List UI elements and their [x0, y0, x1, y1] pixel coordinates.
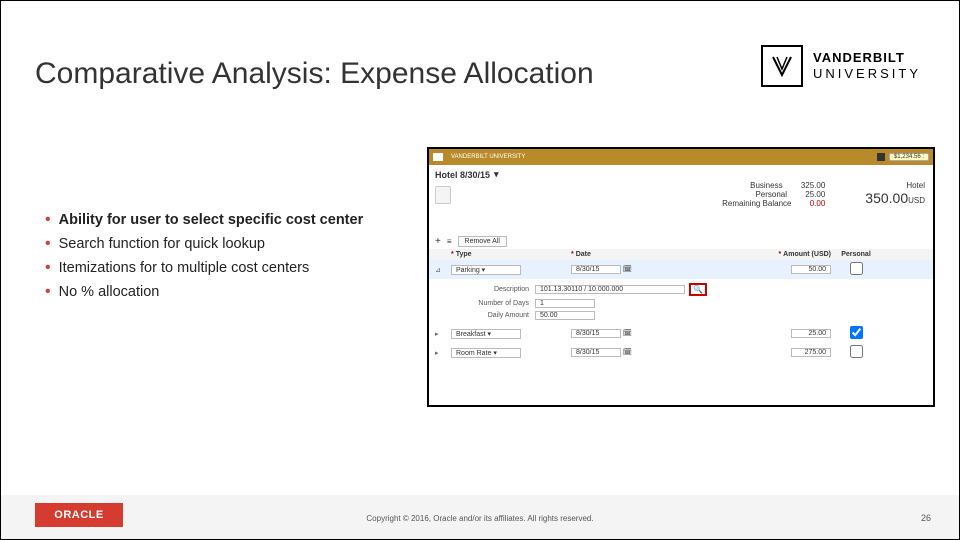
calendar-icon[interactable]: 🗓: [623, 330, 632, 337]
receipt-icon[interactable]: [435, 186, 451, 204]
date-input[interactable]: 8/30/15: [571, 348, 621, 357]
table-row[interactable]: ▸ Breakfast ▾ 8/30/15 🗓 25.00: [429, 324, 933, 343]
table-header: *Type *Date *Amount (USD) Personal: [429, 249, 933, 260]
add-item-button[interactable]: +: [435, 236, 441, 247]
expand-icon[interactable]: ▸: [435, 331, 439, 338]
date-input[interactable]: 8/30/15: [571, 329, 621, 338]
bullet-item: Search function for quick lookup: [45, 235, 363, 253]
row-detail-block: Description 101.13.30110 / 10.000.000 🔍 …: [459, 283, 927, 320]
calendar-icon[interactable]: 🗓: [623, 266, 632, 273]
hotel-title: Hotel 8/30/15: [435, 170, 490, 180]
balance-pill: $1,234.56 :: [889, 153, 929, 161]
app-header-bar: VANDERBILT UNIVERSITY $1,234.56 :: [429, 149, 933, 165]
amount-input[interactable]: 50.00: [791, 265, 831, 274]
bullet-item: Ability for user to select specific cost…: [45, 211, 363, 229]
amount-input[interactable]: 275.00: [791, 348, 831, 357]
amount-input[interactable]: 25.00: [791, 329, 831, 338]
hamburger-icon[interactable]: [433, 153, 443, 161]
oracle-logo: ORACLE: [35, 503, 123, 527]
remove-all-button[interactable]: Remove All: [458, 236, 507, 247]
slide-title: Comparative Analysis: Expense Allocation: [35, 57, 594, 91]
expand-icon[interactable]: ⊿: [435, 267, 441, 274]
table-row[interactable]: ▸ Room Rate ▾ 8/30/15 🗓 275.00: [429, 343, 933, 362]
dailyamt-input[interactable]: 50.00: [535, 311, 595, 320]
totals-block: Business 325.00 Personal 25.00 Remaining…: [722, 181, 925, 208]
numdays-input[interactable]: 1: [535, 299, 595, 308]
search-icon[interactable]: 🔍: [689, 283, 707, 296]
dropdown-icon[interactable]: ▾: [494, 169, 499, 180]
personal-checkbox[interactable]: [850, 326, 863, 339]
calendar-icon[interactable]: 🗓: [623, 349, 632, 356]
type-select[interactable]: Room Rate ▾: [451, 348, 521, 358]
bullet-item: No % allocation: [45, 283, 363, 301]
type-select[interactable]: Parking ▾: [451, 265, 521, 275]
description-input[interactable]: 101.13.30110 / 10.000.000: [535, 285, 685, 294]
app-brand-text: VANDERBILT UNIVERSITY: [451, 154, 525, 160]
personal-checkbox[interactable]: [850, 262, 863, 275]
type-select[interactable]: Breakfast ▾: [451, 329, 521, 339]
list-icon[interactable]: ≡: [447, 237, 452, 246]
page-number: 26: [921, 513, 931, 523]
personal-checkbox[interactable]: [850, 345, 863, 358]
expand-icon[interactable]: ▸: [435, 350, 439, 357]
date-input[interactable]: 8/30/15: [571, 265, 621, 274]
vanderbilt-wordmark-line2: UNIVERSITY: [813, 66, 921, 82]
vanderbilt-logo: VANDERBILT UNIVERSITY: [761, 45, 921, 87]
home-icon[interactable]: [877, 153, 885, 161]
bullet-list: Ability for user to select specific cost…: [45, 211, 363, 307]
table-row[interactable]: ⊿ Parking ▾ 8/30/15 🗓 50.00: [429, 260, 933, 279]
app-screenshot: VANDERBILT UNIVERSITY $1,234.56 : Hotel …: [427, 147, 935, 407]
copyright-text: Copyright © 2016, Oracle and/or its affi…: [366, 514, 593, 523]
bullet-item: Itemizations for to multiple cost center…: [45, 259, 363, 277]
vanderbilt-wordmark-line1: VANDERBILT: [813, 50, 921, 66]
vanderbilt-shield-icon: [761, 45, 803, 87]
